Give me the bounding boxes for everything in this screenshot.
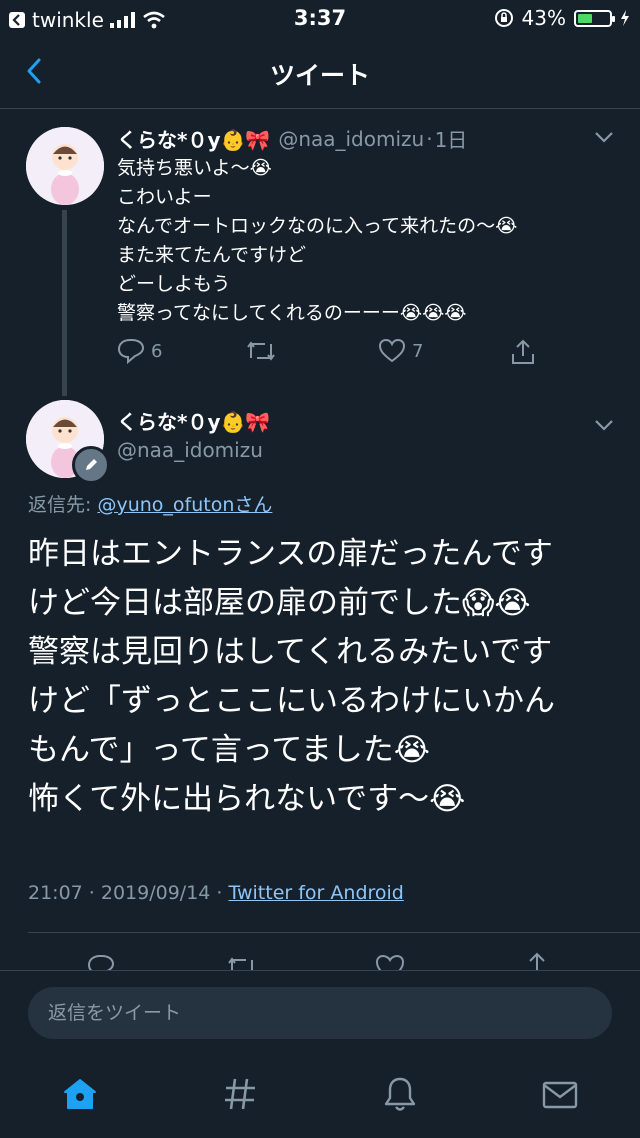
tweet-line: こわいよー xyxy=(117,186,212,208)
battery-icon xyxy=(574,9,615,27)
tweet-line: 警察は見回りはしてくれるみたいです xyxy=(28,634,553,670)
reply-composer[interactable] xyxy=(28,987,612,1039)
divider xyxy=(0,970,640,971)
like-button[interactable]: 7 xyxy=(378,338,423,364)
like-count: 7 xyxy=(412,340,424,362)
author-handle[interactable]: @naa_idomizu xyxy=(278,127,424,151)
share-icon[interactable] xyxy=(522,951,552,971)
tweet-line: どーしよもう xyxy=(117,273,231,295)
status-bar: twinkle 3:37 43% xyxy=(0,0,640,36)
source-link[interactable]: Twitter for Android xyxy=(229,882,404,904)
retweet-button[interactable] xyxy=(245,338,277,364)
orientation-lock-icon xyxy=(494,9,513,27)
author-name[interactable]: くらな*０y👶🎀 xyxy=(117,406,270,435)
battery-percent: 43% xyxy=(521,6,566,30)
tab-messages[interactable] xyxy=(538,1072,582,1116)
tweet-meta: 21:07 · 2019/09/14 · Twitter for Android xyxy=(28,882,404,904)
chevron-down-icon[interactable] xyxy=(594,130,614,144)
tweet-line: けど今日は部屋の扉の前でした😱😭 xyxy=(28,585,531,621)
divider xyxy=(28,932,640,933)
author-name[interactable]: くらな*０y👶🎀 xyxy=(117,124,270,153)
tab-notifications[interactable] xyxy=(378,1072,422,1116)
tweet-line: もんで」って言ってました😭 xyxy=(28,732,431,768)
avatar[interactable] xyxy=(26,127,104,205)
bell-icon xyxy=(384,1077,416,1111)
tweet-text: 昨日はエントランスの扉だったんです けど今日は部屋の扉の前でした😱😭 警察は見回… xyxy=(28,530,618,824)
reply-target-link[interactable]: @yuno_ofutonさん xyxy=(97,494,272,516)
reply-count: 6 xyxy=(151,340,163,362)
reply-input[interactable] xyxy=(28,987,612,1039)
retweet-icon xyxy=(247,341,275,361)
reply-context: 返信先: @yuno_ofutonさん xyxy=(28,490,272,517)
bottom-tab-bar xyxy=(0,1060,640,1138)
tweet-timestamp: 21:07 · 2019/09/14 · xyxy=(28,882,229,904)
pencil-icon xyxy=(86,459,97,470)
page-title: ツイート xyxy=(269,61,370,90)
tweet-line: けど「ずっとここにいるわけにいかん xyxy=(28,683,555,719)
baby-avatar-icon xyxy=(26,127,104,205)
tweet-line: なんでオートロックなのに入って来れたの〜😭 xyxy=(117,215,518,237)
home-icon xyxy=(64,1079,96,1109)
heart-icon[interactable] xyxy=(374,953,406,971)
hashtag-icon xyxy=(225,1078,255,1110)
tweet-text: 気持ち悪いよ〜😭 こわいよー なんでオートロックなのに入って来れたの〜😭 また来… xyxy=(117,154,517,328)
heart-icon xyxy=(378,338,406,363)
tweet-age: 1日 xyxy=(434,128,468,152)
edit-badge xyxy=(72,446,110,484)
charging-icon xyxy=(621,10,629,26)
share-icon xyxy=(512,339,534,364)
share-button[interactable] xyxy=(510,338,536,366)
reply-icon xyxy=(117,339,145,364)
mail-icon xyxy=(542,1081,578,1109)
reply-prefix: 返信先: xyxy=(28,494,98,516)
tweet-line: 怖くて外に出られないです〜😭 xyxy=(28,781,466,817)
tweet-line: 警察ってなにしてくれるのーーー😭😭😭 xyxy=(117,302,467,324)
author-handle[interactable]: @naa_idomizu xyxy=(117,438,263,462)
retweet-icon[interactable] xyxy=(225,953,259,971)
reply-button[interactable]: 6 xyxy=(117,338,162,364)
tab-explore[interactable] xyxy=(218,1072,262,1116)
tweet-line: 気持ち悪いよ〜😭 xyxy=(117,157,272,179)
action-bar xyxy=(0,945,640,971)
tweet-line: また来てたんですけど xyxy=(117,244,307,266)
tweet-line: 昨日はエントランスの扉だったんです xyxy=(28,536,553,572)
thread-line xyxy=(62,210,67,396)
tab-home[interactable] xyxy=(58,1072,102,1116)
tweet-header: ツイート xyxy=(0,36,640,109)
chevron-down-icon[interactable] xyxy=(594,418,614,432)
reply-icon[interactable] xyxy=(86,953,116,971)
